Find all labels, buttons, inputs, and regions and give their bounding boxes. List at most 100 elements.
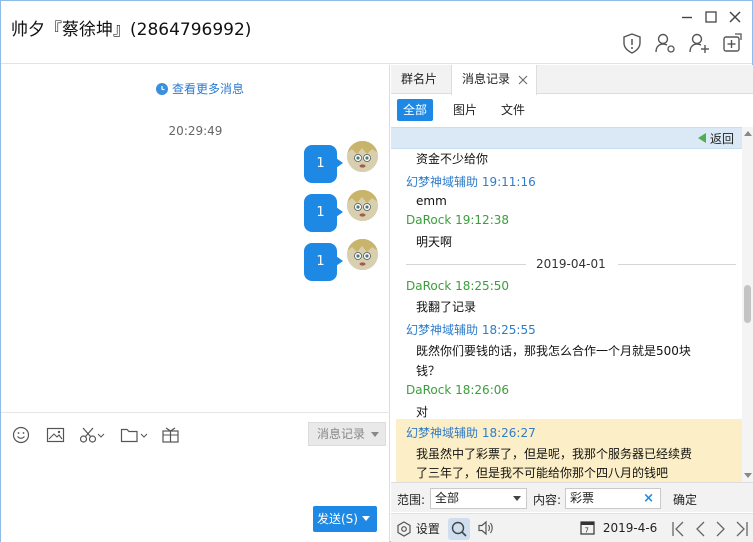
- send-button-label: 发送(S): [317, 512, 358, 526]
- message-bubble[interactable]: 1: [304, 243, 343, 281]
- record-text: emm: [416, 194, 447, 208]
- record-text: 既然你们要钱的话，那我怎么合作一个月就是500块: [416, 344, 691, 358]
- tab-group-card[interactable]: 群名片: [391, 65, 447, 94]
- gift-icon[interactable]: [161, 426, 181, 444]
- history-scrollbar[interactable]: [742, 127, 753, 482]
- next-page-icon[interactable]: [715, 521, 727, 540]
- avatar[interactable]: [347, 190, 378, 221]
- settings-label: 设置: [415, 522, 440, 536]
- record-header: DaRock 18:26:06: [406, 383, 509, 397]
- add-app-icon[interactable]: [720, 31, 744, 55]
- record-text: 对: [416, 405, 429, 419]
- chevron-down-icon: [513, 496, 521, 501]
- content-search-value: 彩票: [570, 491, 595, 505]
- record-sender: DaRock: [406, 213, 452, 227]
- title-bar: 帅夕『蔡徐坤』(2864796992): [1, 1, 752, 64]
- range-select-value: 全部: [435, 491, 460, 505]
- editor-divider: [1, 412, 390, 413]
- tab-message-history[interactable]: 消息记录: [451, 65, 538, 95]
- record-sender: 幻梦神域辅助: [406, 323, 479, 337]
- filter-files[interactable]: 文件: [495, 99, 531, 121]
- separator-line: [618, 264, 736, 265]
- record-text: 了三年了，但是我不可能给你那个四八月的钱吧: [416, 466, 669, 480]
- tab-message-history-label: 消息记录: [462, 72, 511, 86]
- clock-icon: [156, 83, 168, 95]
- record-text: 我虽然中了彩票了，但是呢，我那个服务器已经续费: [416, 447, 693, 461]
- add-user-icon[interactable]: [687, 31, 711, 55]
- chevron-down-icon: [371, 432, 379, 437]
- folder-icon[interactable]: [120, 426, 148, 444]
- speaker-icon[interactable]: [477, 519, 495, 540]
- avatar[interactable]: [347, 141, 378, 172]
- history-bottom-bar: 设置 7 2019-4-6: [391, 513, 753, 542]
- range-select[interactable]: 全部: [430, 488, 527, 509]
- chevron-down-icon[interactable]: [362, 516, 370, 522]
- avatar[interactable]: [347, 239, 378, 270]
- record-text: 资金不少给你: [416, 152, 489, 166]
- window-title: 帅夕『蔡徐坤』(2864796992): [11, 20, 252, 40]
- panel-tabs: 群名片 消息记录: [391, 65, 753, 95]
- calendar-icon: 7: [580, 521, 595, 535]
- separator-line: [406, 264, 526, 265]
- record-text: 我翻了记录: [416, 300, 477, 314]
- history-filters: 全部 图片 文件: [391, 95, 753, 127]
- emoji-icon[interactable]: [12, 426, 32, 444]
- search-icon[interactable]: [448, 518, 470, 540]
- history-records: 资金不少给你 幻梦神域辅助 19:11:16 emm DaRock 19:12:…: [391, 149, 742, 482]
- date-picker[interactable]: 7 2019-4-6: [580, 520, 657, 535]
- record-time: 19:11:16: [481, 175, 536, 189]
- scroll-up-icon[interactable]: [744, 131, 752, 136]
- settings-button[interactable]: 设置: [396, 520, 440, 537]
- record-sender: DaRock: [406, 383, 452, 397]
- history-search-bar: 范围: 全部 内容: 彩票 × 确定: [391, 482, 753, 512]
- record-header: 幻梦神域辅助 19:11:16: [406, 173, 536, 190]
- first-page-icon[interactable]: [671, 521, 685, 540]
- message-history-label: 消息记录: [317, 427, 366, 441]
- scrollbar-thumb[interactable]: [744, 285, 751, 323]
- clear-icon[interactable]: ×: [643, 489, 654, 508]
- scissors-icon[interactable]: [79, 426, 105, 444]
- record-text: 钱？: [416, 364, 441, 378]
- image-icon[interactable]: [46, 426, 66, 444]
- message-row: 1: [304, 190, 384, 234]
- date-separator: 2019-04-01: [406, 257, 736, 271]
- message-timestamp: 20:29:49: [168, 124, 223, 138]
- close-icon[interactable]: [518, 75, 528, 85]
- record-time: 18:25:50: [455, 279, 510, 293]
- user-settings-icon[interactable]: [653, 31, 677, 55]
- maximize-icon[interactable]: [703, 9, 719, 25]
- range-label: 范围:: [397, 493, 426, 507]
- message-bubble[interactable]: 1: [304, 194, 343, 232]
- record-sender: 幻梦神域辅助: [406, 426, 479, 440]
- last-page-icon[interactable]: [735, 521, 749, 540]
- date-separator-label: 2019-04-01: [536, 257, 606, 271]
- more-messages-link[interactable]: 查看更多消息: [156, 80, 244, 97]
- message-row: 1: [304, 141, 384, 185]
- message-bubble[interactable]: 1: [304, 145, 343, 183]
- shield-icon[interactable]: [620, 31, 644, 55]
- record-header: 幻梦神域辅助 18:25:55: [406, 321, 536, 338]
- chat-pane: 查看更多消息 20:29:49 1 1 1 消息记录 发送(S): [1, 65, 390, 542]
- gear-icon: [397, 521, 411, 537]
- send-button[interactable]: 发送(S): [313, 506, 377, 532]
- back-bar: 返回: [391, 127, 742, 149]
- chat-window: 帅夕『蔡徐坤』(2864796992) 查看更多消息 20:29:49 1 1 …: [0, 0, 753, 542]
- back-arrow-icon: [697, 133, 706, 143]
- scroll-down-icon[interactable]: [744, 473, 752, 478]
- record-sender: DaRock: [406, 279, 452, 293]
- confirm-button[interactable]: 确定: [673, 491, 697, 508]
- message-row: 1: [304, 239, 384, 283]
- back-button[interactable]: 返回: [697, 130, 734, 147]
- close-icon[interactable]: [727, 9, 743, 25]
- content-search-input[interactable]: 彩票 ×: [565, 488, 661, 509]
- record-text: 明天啊: [416, 235, 453, 249]
- history-panel: 群名片 消息记录 全部 图片 文件 返回 资金不少给你 幻梦神域辅助 19:11…: [391, 65, 753, 542]
- record-time: 18:25:55: [481, 323, 536, 337]
- message-history-button[interactable]: 消息记录: [308, 422, 386, 446]
- record-time: 19:12:38: [455, 213, 510, 227]
- filter-all[interactable]: 全部: [397, 99, 434, 121]
- previous-page-icon[interactable]: [694, 521, 706, 540]
- filter-images[interactable]: 图片: [447, 99, 483, 121]
- minimize-icon[interactable]: [679, 9, 695, 25]
- record-sender: 幻梦神域辅助: [406, 175, 479, 189]
